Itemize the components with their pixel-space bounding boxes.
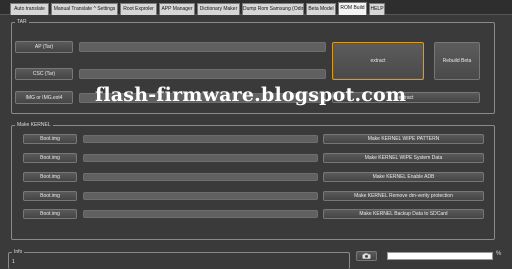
tar-group-legend: TAR bbox=[15, 19, 29, 26]
tab-app-manager[interactable]: APP Manager bbox=[159, 3, 195, 15]
kernel-boot-field[interactable] bbox=[83, 173, 318, 181]
kernel-boot-field[interactable] bbox=[83, 210, 318, 218]
kernel-boot-button[interactable]: Boot.img bbox=[23, 172, 77, 182]
make-kernel-wipe-pattern-button[interactable]: Make KERNEL WIPE PATTERN bbox=[323, 134, 484, 144]
csc-path-field[interactable] bbox=[79, 69, 326, 79]
make-kernel-backup-data-button[interactable]: Make KERNEL Backup Data to SDCard bbox=[323, 209, 484, 219]
screenshot-button[interactable] bbox=[356, 251, 377, 261]
tab-auto-translate[interactable]: Auto translate bbox=[10, 3, 49, 15]
tab-help[interactable]: HELP bbox=[369, 3, 385, 15]
kernel-boot-field[interactable] bbox=[83, 192, 318, 200]
watermark-text: flash-firmware.blogspot.com bbox=[95, 84, 407, 106]
csc-tar-button[interactable]: CSC (Tar) bbox=[15, 68, 73, 80]
tab-root-explorer[interactable]: Root Exproler bbox=[120, 3, 157, 15]
make-kernel-remove-dm-verity-button[interactable]: Make KERNEL Remove dm-verity protection bbox=[323, 191, 484, 201]
tab-dump-rom-samsung[interactable]: Dump Rom Samsung (Odin) bbox=[242, 3, 304, 15]
progress-percent: % bbox=[496, 251, 502, 257]
kernel-boot-button[interactable]: Boot.img bbox=[23, 153, 77, 163]
kernel-boot-field[interactable] bbox=[83, 154, 318, 162]
kernel-boot-button[interactable]: Boot.img bbox=[23, 209, 77, 219]
tab-manual-translate[interactable]: Manual Translate ^ Settings bbox=[51, 3, 118, 15]
rebuild-beta-button[interactable]: Rebuild Beta bbox=[434, 42, 480, 80]
img-ext4-button[interactable]: IMG or IMG.ext4 bbox=[15, 91, 73, 104]
kernel-boot-button[interactable]: Boot.img bbox=[23, 134, 77, 144]
kernel-boot-button[interactable]: Boot.img bbox=[23, 191, 77, 201]
ap-tar-button[interactable]: AP (Tar) bbox=[15, 41, 73, 53]
progress-bar bbox=[387, 252, 493, 260]
info-group: Info 1 bbox=[8, 249, 350, 269]
extract-button[interactable]: extract bbox=[332, 42, 424, 80]
kernel-boot-field[interactable] bbox=[83, 135, 318, 143]
ap-path-field[interactable] bbox=[79, 42, 326, 52]
make-kernel-enable-adb-button[interactable]: Make KERNEL Enable ADB bbox=[323, 172, 484, 182]
make-kernel-wipe-system-data-button[interactable]: Make KERNEL WIPE System Data bbox=[323, 153, 484, 163]
info-log-text: 1 bbox=[12, 259, 15, 265]
camera-icon bbox=[362, 253, 371, 259]
tab-beta-model[interactable]: Beta Model bbox=[306, 3, 336, 15]
tab-dictionary-maker[interactable]: Dictionary Maker bbox=[197, 3, 240, 15]
tab-rom-build[interactable]: ROM Build bbox=[338, 2, 367, 15]
info-group-legend: Info bbox=[12, 249, 25, 256]
kernel-group-legend: Make KERNEL bbox=[15, 122, 53, 129]
tab-bar: Auto translate Manual Translate ^ Settin… bbox=[0, 0, 512, 15]
